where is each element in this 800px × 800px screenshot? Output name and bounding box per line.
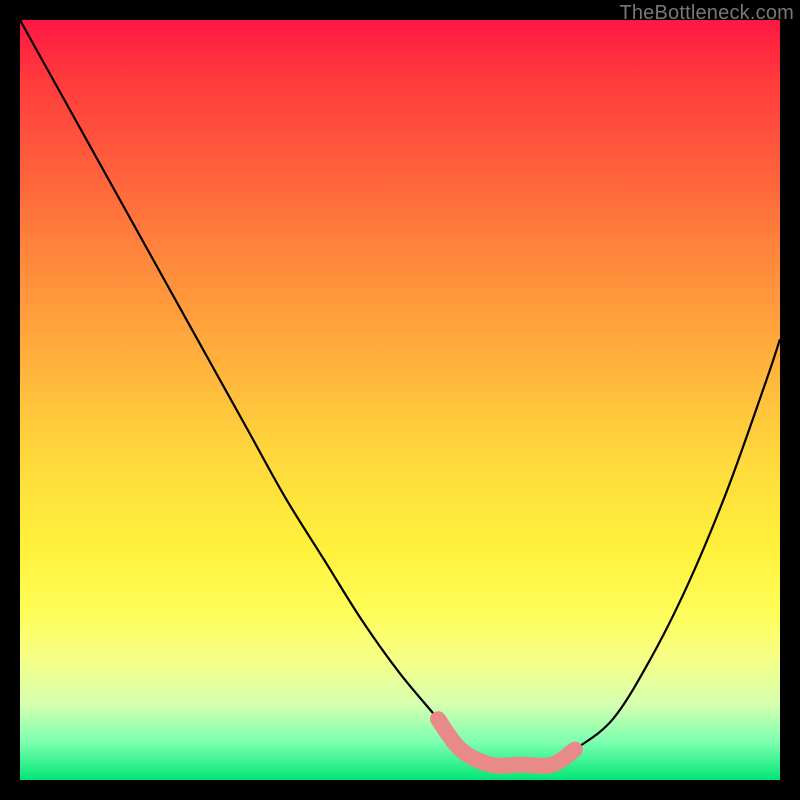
bottleneck-curve <box>20 20 780 766</box>
chart-frame: TheBottleneck.com <box>0 0 800 800</box>
curve-layer <box>20 20 780 780</box>
highlight-band <box>438 719 575 766</box>
plot-area <box>20 20 780 780</box>
